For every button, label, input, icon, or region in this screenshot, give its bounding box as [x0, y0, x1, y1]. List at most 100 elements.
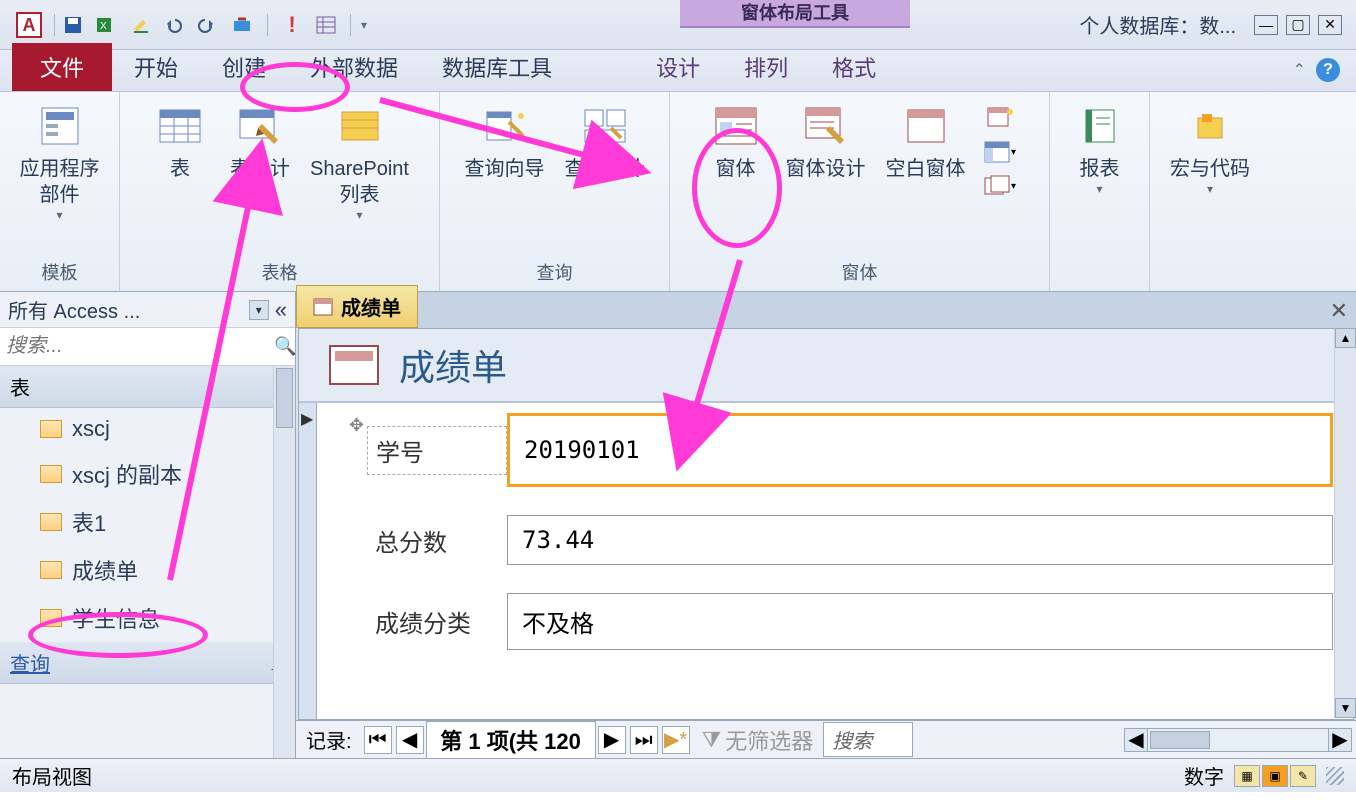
scroll-down-icon[interactable]: ▼ — [1335, 698, 1356, 718]
field-label-fenlei[interactable]: 成绩分类 — [367, 598, 507, 645]
nav-item-xscj[interactable]: xscj — [0, 408, 295, 450]
maximize-button[interactable]: ▢ — [1286, 15, 1310, 35]
table-label: 表 — [170, 156, 190, 182]
svg-text:X: X — [100, 21, 107, 32]
navigation-form-icon[interactable]: ▾ — [982, 136, 1018, 168]
app-parts-button[interactable]: 应用程序 部件 — [10, 98, 110, 259]
nav-item-xscj-copy[interactable]: xscj 的副本 — [0, 450, 295, 498]
blank-form-button[interactable]: 空白窗体 — [876, 98, 976, 259]
group-macros-label — [1150, 285, 1270, 289]
table-button[interactable]: 表 — [140, 98, 220, 259]
table-design-icon — [236, 102, 284, 150]
form-view-button[interactable]: ▦ — [1234, 765, 1260, 787]
report-label: 报表 — [1080, 156, 1120, 182]
doc-tabs: 成绩单 ✕ — [296, 292, 1356, 328]
vertical-scrollbar[interactable]: ▲ ▼ — [1334, 328, 1356, 718]
tab-design[interactable]: 设计 — [634, 43, 722, 91]
scroll-right-icon[interactable]: ▶ — [1328, 728, 1352, 752]
record-counter[interactable]: 第 1 项(共 120 — [426, 721, 596, 759]
datasheet-icon[interactable] — [312, 11, 340, 39]
minimize-button[interactable]: ― — [1254, 15, 1278, 35]
record-search-input[interactable]: 搜索 — [823, 722, 913, 757]
scrollbar-thumb[interactable] — [276, 368, 293, 428]
field-label-xuehao[interactable]: 学号 — [367, 426, 507, 475]
report-button[interactable]: 报表 — [1060, 98, 1140, 285]
hscroll-thumb[interactable] — [1150, 731, 1210, 749]
window-controls: ― ▢ ✕ — [1254, 15, 1342, 35]
hscroll-track[interactable] — [1148, 728, 1328, 752]
nav-item-table1[interactable]: 表1 — [0, 498, 295, 546]
scroll-left-icon[interactable]: ◀ — [1124, 728, 1148, 752]
search-input[interactable] — [6, 335, 274, 358]
form-wizard-icon[interactable] — [982, 102, 1018, 134]
tab-create[interactable]: 创建 — [200, 43, 288, 91]
field-value-fenlei[interactable]: 不及格 — [507, 593, 1333, 650]
field-value-xuehao[interactable]: 20190101 — [507, 413, 1333, 487]
field-label-zongfen[interactable]: 总分数 — [367, 517, 507, 564]
export-excel-icon[interactable]: X — [93, 11, 121, 39]
form-header-title[interactable]: 成绩单 — [399, 339, 507, 391]
nav-section-queries-label: 查询 — [10, 648, 50, 677]
app-icon: A — [16, 12, 42, 38]
last-record-button[interactable]: ⏭ — [630, 726, 658, 754]
move-handle-icon[interactable]: ✥ — [349, 415, 364, 436]
macro-button[interactable]: 宏与代码 — [1160, 98, 1260, 285]
tab-arrange[interactable]: 排列 — [722, 43, 810, 91]
statusbar: 布局视图 数字 ▦ ▣ ✎ — [0, 758, 1356, 792]
doc-tab-chengjidan[interactable]: 成绩单 — [296, 285, 418, 328]
next-record-button[interactable]: ▶ — [598, 726, 626, 754]
query-wizard-button[interactable]: 查询向导 — [455, 98, 555, 259]
sharepoint-button[interactable]: SharePoint 列表 — [300, 98, 419, 259]
design-view-button[interactable]: ✎ — [1290, 765, 1316, 787]
tab-home[interactable]: 开始 — [112, 43, 200, 91]
search-icon[interactable]: 🔍 — [274, 336, 296, 357]
table-design-button[interactable]: 表设计 — [220, 98, 300, 259]
tab-file[interactable]: 文件 — [12, 43, 112, 91]
tab-format[interactable]: 格式 — [810, 43, 898, 91]
layout-view-button[interactable]: ▣ — [1262, 765, 1288, 787]
warning-icon[interactable]: ! — [278, 11, 306, 39]
tab-external-data[interactable]: 外部数据 — [288, 43, 420, 91]
tab-database-tools[interactable]: 数据库工具 — [420, 43, 574, 91]
view-switcher: ▦ ▣ ✎ — [1234, 765, 1316, 787]
field-value-zongfen[interactable]: 73.44 — [507, 515, 1333, 565]
record-selector[interactable]: ▶ — [299, 403, 317, 719]
document-area: 成绩单 ✕ 成绩单 ▶ ✥ 学号 20190101 总分数 73.44 — [296, 292, 1356, 758]
form-design-button[interactable]: 窗体设计 — [776, 98, 876, 259]
group-templates-label: 模板 — [0, 259, 119, 289]
qat-separator — [54, 14, 55, 36]
nav-scrollbar[interactable] — [273, 366, 295, 758]
redo-icon[interactable] — [195, 11, 223, 39]
form-label: 窗体 — [716, 156, 756, 182]
recnav-label: 记录: — [296, 725, 362, 754]
highlight-icon[interactable] — [127, 11, 155, 39]
close-button[interactable]: ✕ — [1318, 15, 1342, 35]
nav-dropdown-icon[interactable]: ▾ — [249, 300, 269, 320]
help-icon[interactable]: ? — [1316, 58, 1340, 82]
nav-section-queries[interactable]: 查询 ⌃ — [0, 642, 295, 684]
form-button[interactable]: 窗体 — [696, 98, 776, 259]
nav-section-tables[interactable]: 表 ⌃ — [0, 366, 295, 408]
sharepoint-label: SharePoint 列表 — [310, 156, 409, 208]
query-design-button[interactable]: 查询设计 — [555, 98, 655, 259]
scroll-up-icon[interactable]: ▲ — [1335, 328, 1356, 348]
resize-grip-icon[interactable] — [1326, 767, 1344, 785]
close-tab-icon[interactable]: ✕ — [1330, 298, 1348, 324]
nav-collapse-icon[interactable]: « — [275, 297, 287, 323]
save-icon[interactable] — [59, 11, 87, 39]
sync-icon[interactable] — [229, 11, 257, 39]
more-forms-icon[interactable]: ▾ — [982, 170, 1018, 202]
filter-indicator[interactable]: ⧩无筛选器 — [702, 724, 814, 756]
nav-header[interactable]: 所有 Access ... ▾ « — [0, 292, 295, 328]
group-reports: 报表 — [1050, 92, 1150, 291]
table-icon — [40, 465, 62, 483]
nav-section-tables-label: 表 — [10, 372, 30, 401]
collapse-ribbon-icon[interactable]: ⌃ — [1293, 60, 1306, 80]
nav-item-chengjidan[interactable]: 成绩单 — [0, 546, 295, 594]
prev-record-button[interactable]: ◀ — [396, 726, 424, 754]
new-record-button[interactable]: ▶* — [662, 726, 690, 754]
first-record-button[interactable]: ⏮ — [364, 726, 392, 754]
ribbon-tabs: 文件 开始 创建 外部数据 数据库工具 设计 排列 格式 ⌃ ? — [0, 50, 1356, 92]
undo-icon[interactable] — [161, 11, 189, 39]
nav-item-xueshengxinxi[interactable]: 学生信息 — [0, 594, 295, 642]
